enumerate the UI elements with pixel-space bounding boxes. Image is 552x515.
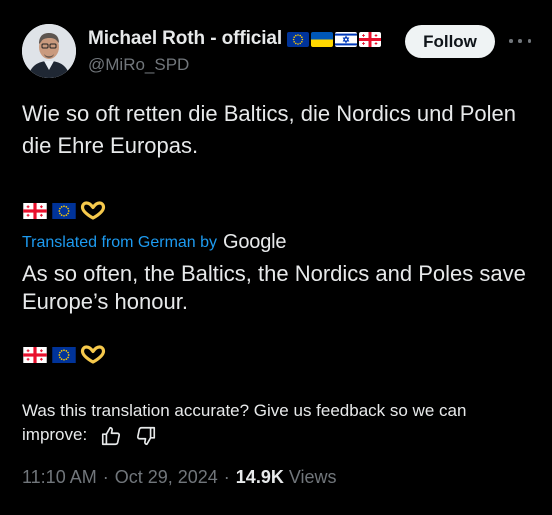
more-dot	[518, 39, 522, 43]
meta-separator: ·	[102, 467, 109, 487]
author-display-name[interactable]: Michael Roth - official	[88, 28, 282, 50]
translation-feedback: Was this translation accurate? Give us f…	[22, 399, 527, 447]
more-dot	[527, 39, 531, 43]
translation-attribution[interactable]: Translated from German by Google	[22, 231, 287, 254]
eu-flag-icon	[287, 32, 309, 47]
thumbs-up-icon[interactable]	[100, 425, 122, 447]
post-text: Wie so oft retten die Baltics, die Nordi…	[22, 101, 517, 158]
eu-flag-icon	[52, 347, 76, 363]
google-logo: Google	[223, 231, 287, 253]
translation-emoji-row	[22, 345, 106, 365]
heart-hands-icon	[80, 345, 106, 365]
name-flags	[287, 32, 381, 47]
georgia-flag-icon	[359, 32, 381, 47]
eu-flag-icon	[52, 203, 76, 219]
views-count: 14.9K	[235, 467, 284, 487]
author-handle[interactable]: @MiRo_SPD	[88, 55, 189, 75]
post-meta: 11:10 AM · Oct 29, 2024 · 14.9K Views	[22, 467, 337, 488]
views-label: Views	[288, 467, 337, 487]
profile-photo-icon	[22, 24, 76, 78]
translation-text: As so often, the Baltics, the Nordics an…	[22, 261, 526, 314]
post-emoji-row	[22, 201, 106, 221]
feedback-text: Was this translation accurate? Give us f…	[22, 401, 467, 444]
translated-label[interactable]: Translated from German by	[22, 234, 217, 252]
georgia-flag-icon	[23, 203, 47, 219]
post-date[interactable]: Oct 29, 2024	[115, 467, 218, 488]
meta-separator: ·	[223, 467, 230, 487]
avatar[interactable]	[22, 24, 76, 78]
thumbs-down-icon[interactable]	[135, 425, 157, 447]
post-time[interactable]: 11:10 AM	[22, 467, 97, 488]
ukraine-flag-icon	[311, 32, 333, 47]
israel-flag-icon	[335, 32, 357, 47]
author-name-row[interactable]: Michael Roth - official	[88, 27, 381, 51]
more-dot	[509, 39, 513, 43]
follow-button[interactable]: Follow	[405, 25, 495, 58]
georgia-flag-icon	[23, 347, 47, 363]
heart-hands-icon	[80, 201, 106, 221]
more-horizontal-icon[interactable]	[509, 31, 531, 51]
